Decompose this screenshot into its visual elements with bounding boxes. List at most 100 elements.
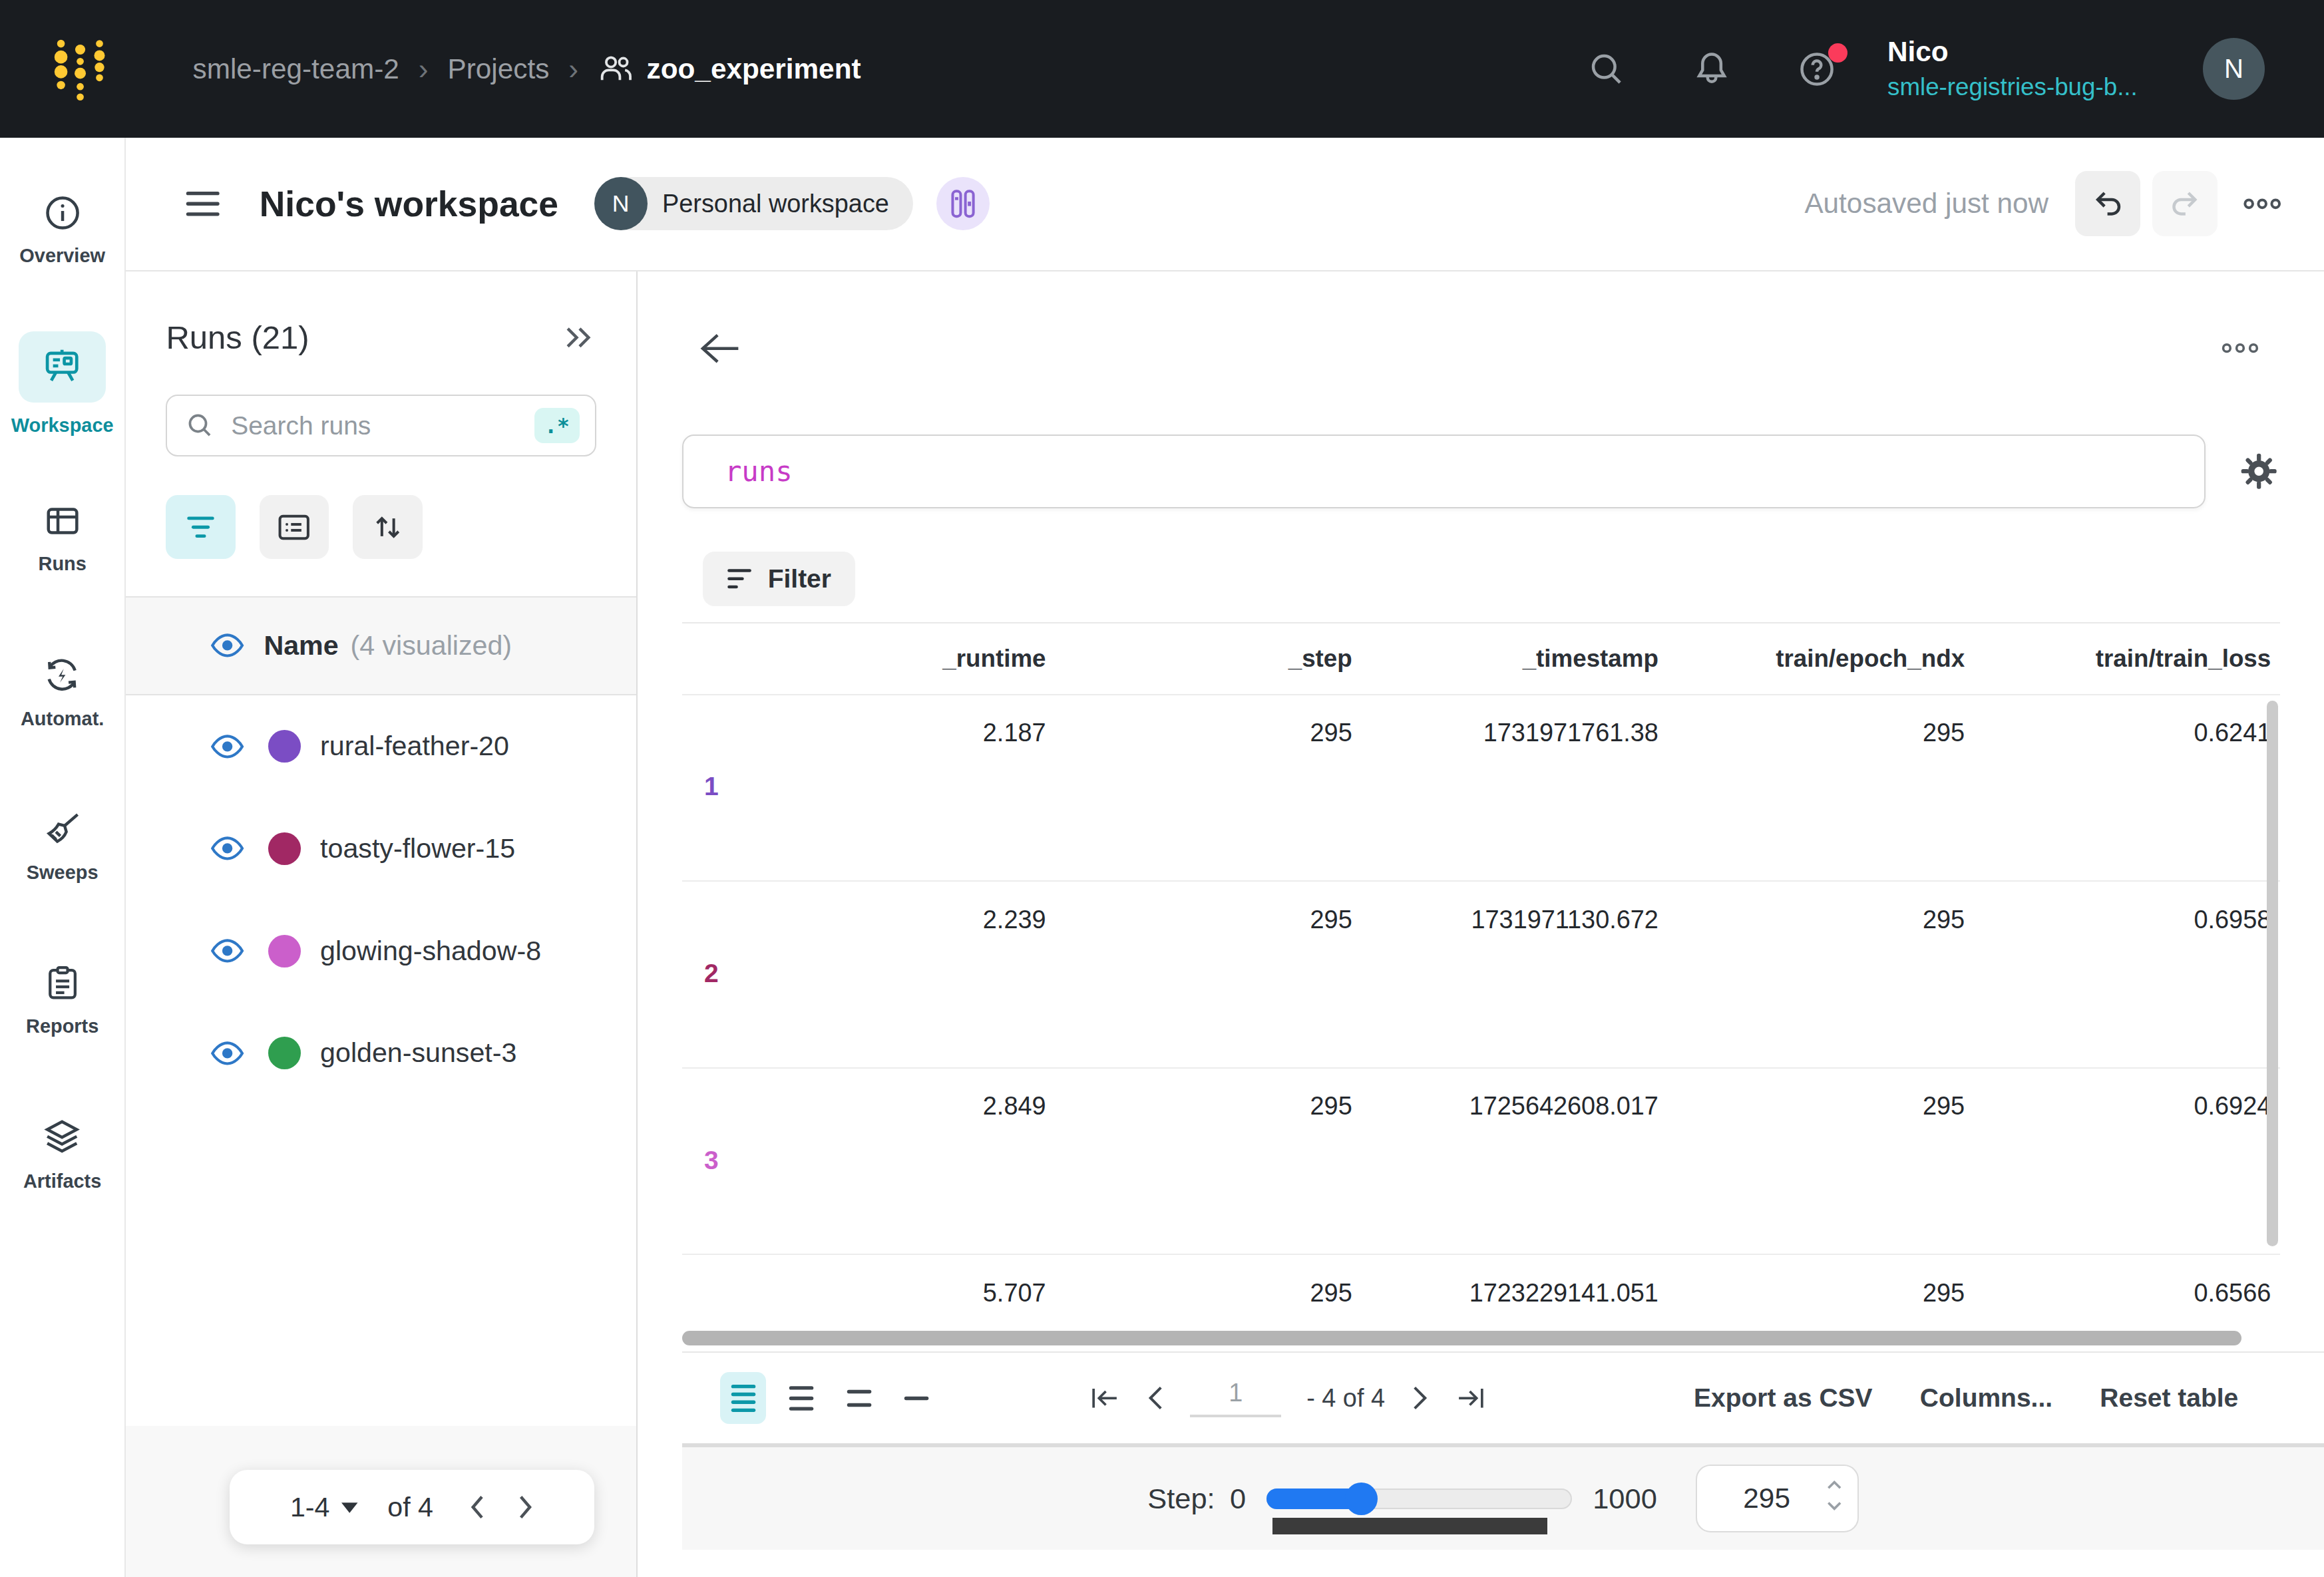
filter-icon (726, 567, 753, 591)
breadcrumb-team[interactable]: smle-reg-team-2 (193, 53, 399, 85)
eye-icon[interactable] (210, 836, 244, 861)
filter-runs-button[interactable] (166, 495, 236, 559)
eye-icon[interactable] (210, 633, 244, 658)
vertical-scrollbar[interactable] (2267, 701, 2279, 1246)
automations-icon (41, 654, 83, 695)
workspace-title[interactable]: Nico's workspace (260, 184, 558, 224)
reset-table-button[interactable]: Reset table (2100, 1383, 2238, 1413)
step-slider[interactable] (1266, 1483, 1572, 1515)
sort-runs-button[interactable] (353, 495, 423, 559)
table-row[interactable]: 5.707 295 1723229141.051 295 0.6566 (682, 1255, 2280, 1329)
dropdown-caret-icon[interactable] (341, 1501, 358, 1513)
panel-menu-icon[interactable] (185, 189, 220, 219)
table-settings-gear-icon[interactable] (2238, 450, 2279, 492)
help-icon[interactable] (1797, 49, 1837, 89)
prev-page-icon[interactable] (469, 1494, 486, 1520)
table-menu-icon[interactable] (2221, 341, 2259, 355)
collapse-panel-icon[interactable] (560, 323, 596, 353)
badge-avatar: N (594, 177, 648, 230)
runs-panel-title: Runs (21) (166, 319, 309, 356)
run-row[interactable]: toasty-flower-15 (126, 798, 636, 900)
table-row[interactable]: 2.849 295 1725642608.017 295 0.6924 3 (682, 1069, 2280, 1256)
eye-icon[interactable] (210, 734, 244, 759)
query-input[interactable]: runs (682, 435, 2206, 508)
column-header[interactable]: train/train_loss (1973, 645, 2279, 673)
avatar[interactable]: N (2203, 38, 2265, 100)
breadcrumb-projects[interactable]: Projects (448, 53, 550, 85)
notification-badge (1828, 43, 1847, 63)
row-index[interactable]: 1 (704, 772, 719, 801)
page-number-input[interactable]: 1 (1190, 1379, 1281, 1417)
column-header[interactable]: _timestamp (1361, 645, 1667, 673)
step-decrement-icon[interactable] (1826, 1500, 1843, 1512)
sidebar-item-workspace[interactable]: Workspace (0, 307, 124, 461)
workspace-header: Nico's workspace N Personal workspace Au… (126, 138, 2324, 271)
run-color-dot (268, 1037, 301, 1069)
sidebar-item-overview[interactable]: Overview (0, 152, 124, 307)
slider-thumb[interactable] (1345, 1483, 1378, 1515)
column-header[interactable]: _runtime (749, 645, 1055, 673)
table-row[interactable]: 2.187 295 1731971761.38 295 0.6241 1 (682, 695, 2280, 882)
search-icon[interactable] (1587, 49, 1627, 89)
user-name: Nico (1887, 38, 2138, 66)
redo-button[interactable] (2152, 171, 2218, 236)
sidebar-item-artifacts[interactable]: Artifacts (0, 1077, 124, 1232)
table-row[interactable]: 2.239 295 1731971130.672 295 0.6958 2 (682, 882, 2280, 1069)
row-index[interactable]: 2 (704, 959, 719, 988)
user-org-link[interactable]: smle-registries-bug-b... (1887, 75, 2138, 100)
export-csv-button[interactable]: Export as CSV (1694, 1383, 1873, 1413)
column-header[interactable]: _step (1055, 645, 1361, 673)
breadcrumb: smle-reg-team-2 › Projects › zoo_experim… (193, 53, 861, 86)
columns-button[interactable]: Columns... (1920, 1383, 2052, 1413)
next-page-icon[interactable] (1410, 1385, 1430, 1411)
team-icon (598, 53, 633, 85)
navbar-right: Nico smle-registries-bug-b... N (1587, 38, 2265, 100)
notifications-bell-icon[interactable] (1692, 49, 1732, 89)
run-row[interactable]: golden-sunset-3 (126, 1002, 636, 1105)
step-increment-icon[interactable] (1826, 1479, 1843, 1491)
table-actions: Export as CSV Columns... Reset table (1694, 1383, 2238, 1413)
regex-toggle[interactable]: .* (534, 408, 580, 444)
density-tall-button[interactable] (836, 1372, 882, 1424)
panel-layout-icon[interactable] (936, 177, 990, 230)
sidebar-item-runs[interactable]: Runs (0, 461, 124, 615)
step-value-input[interactable]: 295 (1696, 1465, 1859, 1532)
wandb-logo-icon[interactable] (51, 33, 110, 104)
runs-page-range[interactable]: 1-4 (290, 1492, 330, 1523)
workspace-menu-icon[interactable] (2241, 195, 2283, 213)
run-color-dot (268, 935, 301, 967)
column-header[interactable]: train/epoch_ndx (1667, 645, 1973, 673)
row-index[interactable]: 3 (704, 1146, 719, 1175)
density-medium-button[interactable] (778, 1372, 824, 1424)
runs-name-header-row[interactable]: Name (4 visualized) (126, 596, 636, 695)
sidebar-item-sweeps[interactable]: Sweeps (0, 769, 124, 924)
eye-icon[interactable] (210, 938, 244, 964)
sidebar-item-reports[interactable]: Reports (0, 924, 124, 1078)
filter-button[interactable]: Filter (703, 552, 855, 606)
density-compact-button[interactable] (720, 1372, 766, 1424)
run-row[interactable]: glowing-shadow-8 (126, 900, 636, 1002)
sidebar-item-automations[interactable]: Automat. (0, 615, 124, 769)
search-runs-input[interactable]: Search runs .* (166, 395, 596, 457)
runs-page-of: of 4 (387, 1492, 433, 1523)
workspace-header-right: Autosaved just now (1804, 171, 2283, 236)
runs-table-icon (43, 501, 83, 541)
run-details-view-button[interactable] (260, 495, 329, 559)
prev-page-icon[interactable] (1146, 1385, 1165, 1411)
density-full-button[interactable] (894, 1372, 940, 1424)
left-sidebar: Overview Workspace Runs Automat. Sweeps (0, 138, 126, 1577)
back-arrow-icon[interactable] (697, 331, 741, 366)
runs-list: rural-feather-20 toasty-flower-15 glowin… (126, 695, 636, 1105)
run-row[interactable]: rural-feather-20 (126, 695, 636, 798)
user-menu[interactable]: Nico smle-registries-bug-b... (1887, 38, 2138, 99)
horizontal-scrollbar[interactable] (682, 1331, 2280, 1345)
last-page-icon[interactable] (1455, 1383, 1487, 1413)
personal-workspace-badge[interactable]: N Personal workspace (594, 177, 913, 230)
undo-button[interactable] (2075, 171, 2140, 236)
first-page-icon[interactable] (1088, 1383, 1121, 1413)
eye-icon[interactable] (210, 1041, 244, 1066)
autosave-status: Autosaved just now (1804, 188, 2048, 220)
next-page-icon[interactable] (516, 1494, 534, 1520)
page-of-label: - 4 of 4 (1306, 1384, 1385, 1413)
breadcrumb-project[interactable]: zoo_experiment (598, 53, 861, 85)
